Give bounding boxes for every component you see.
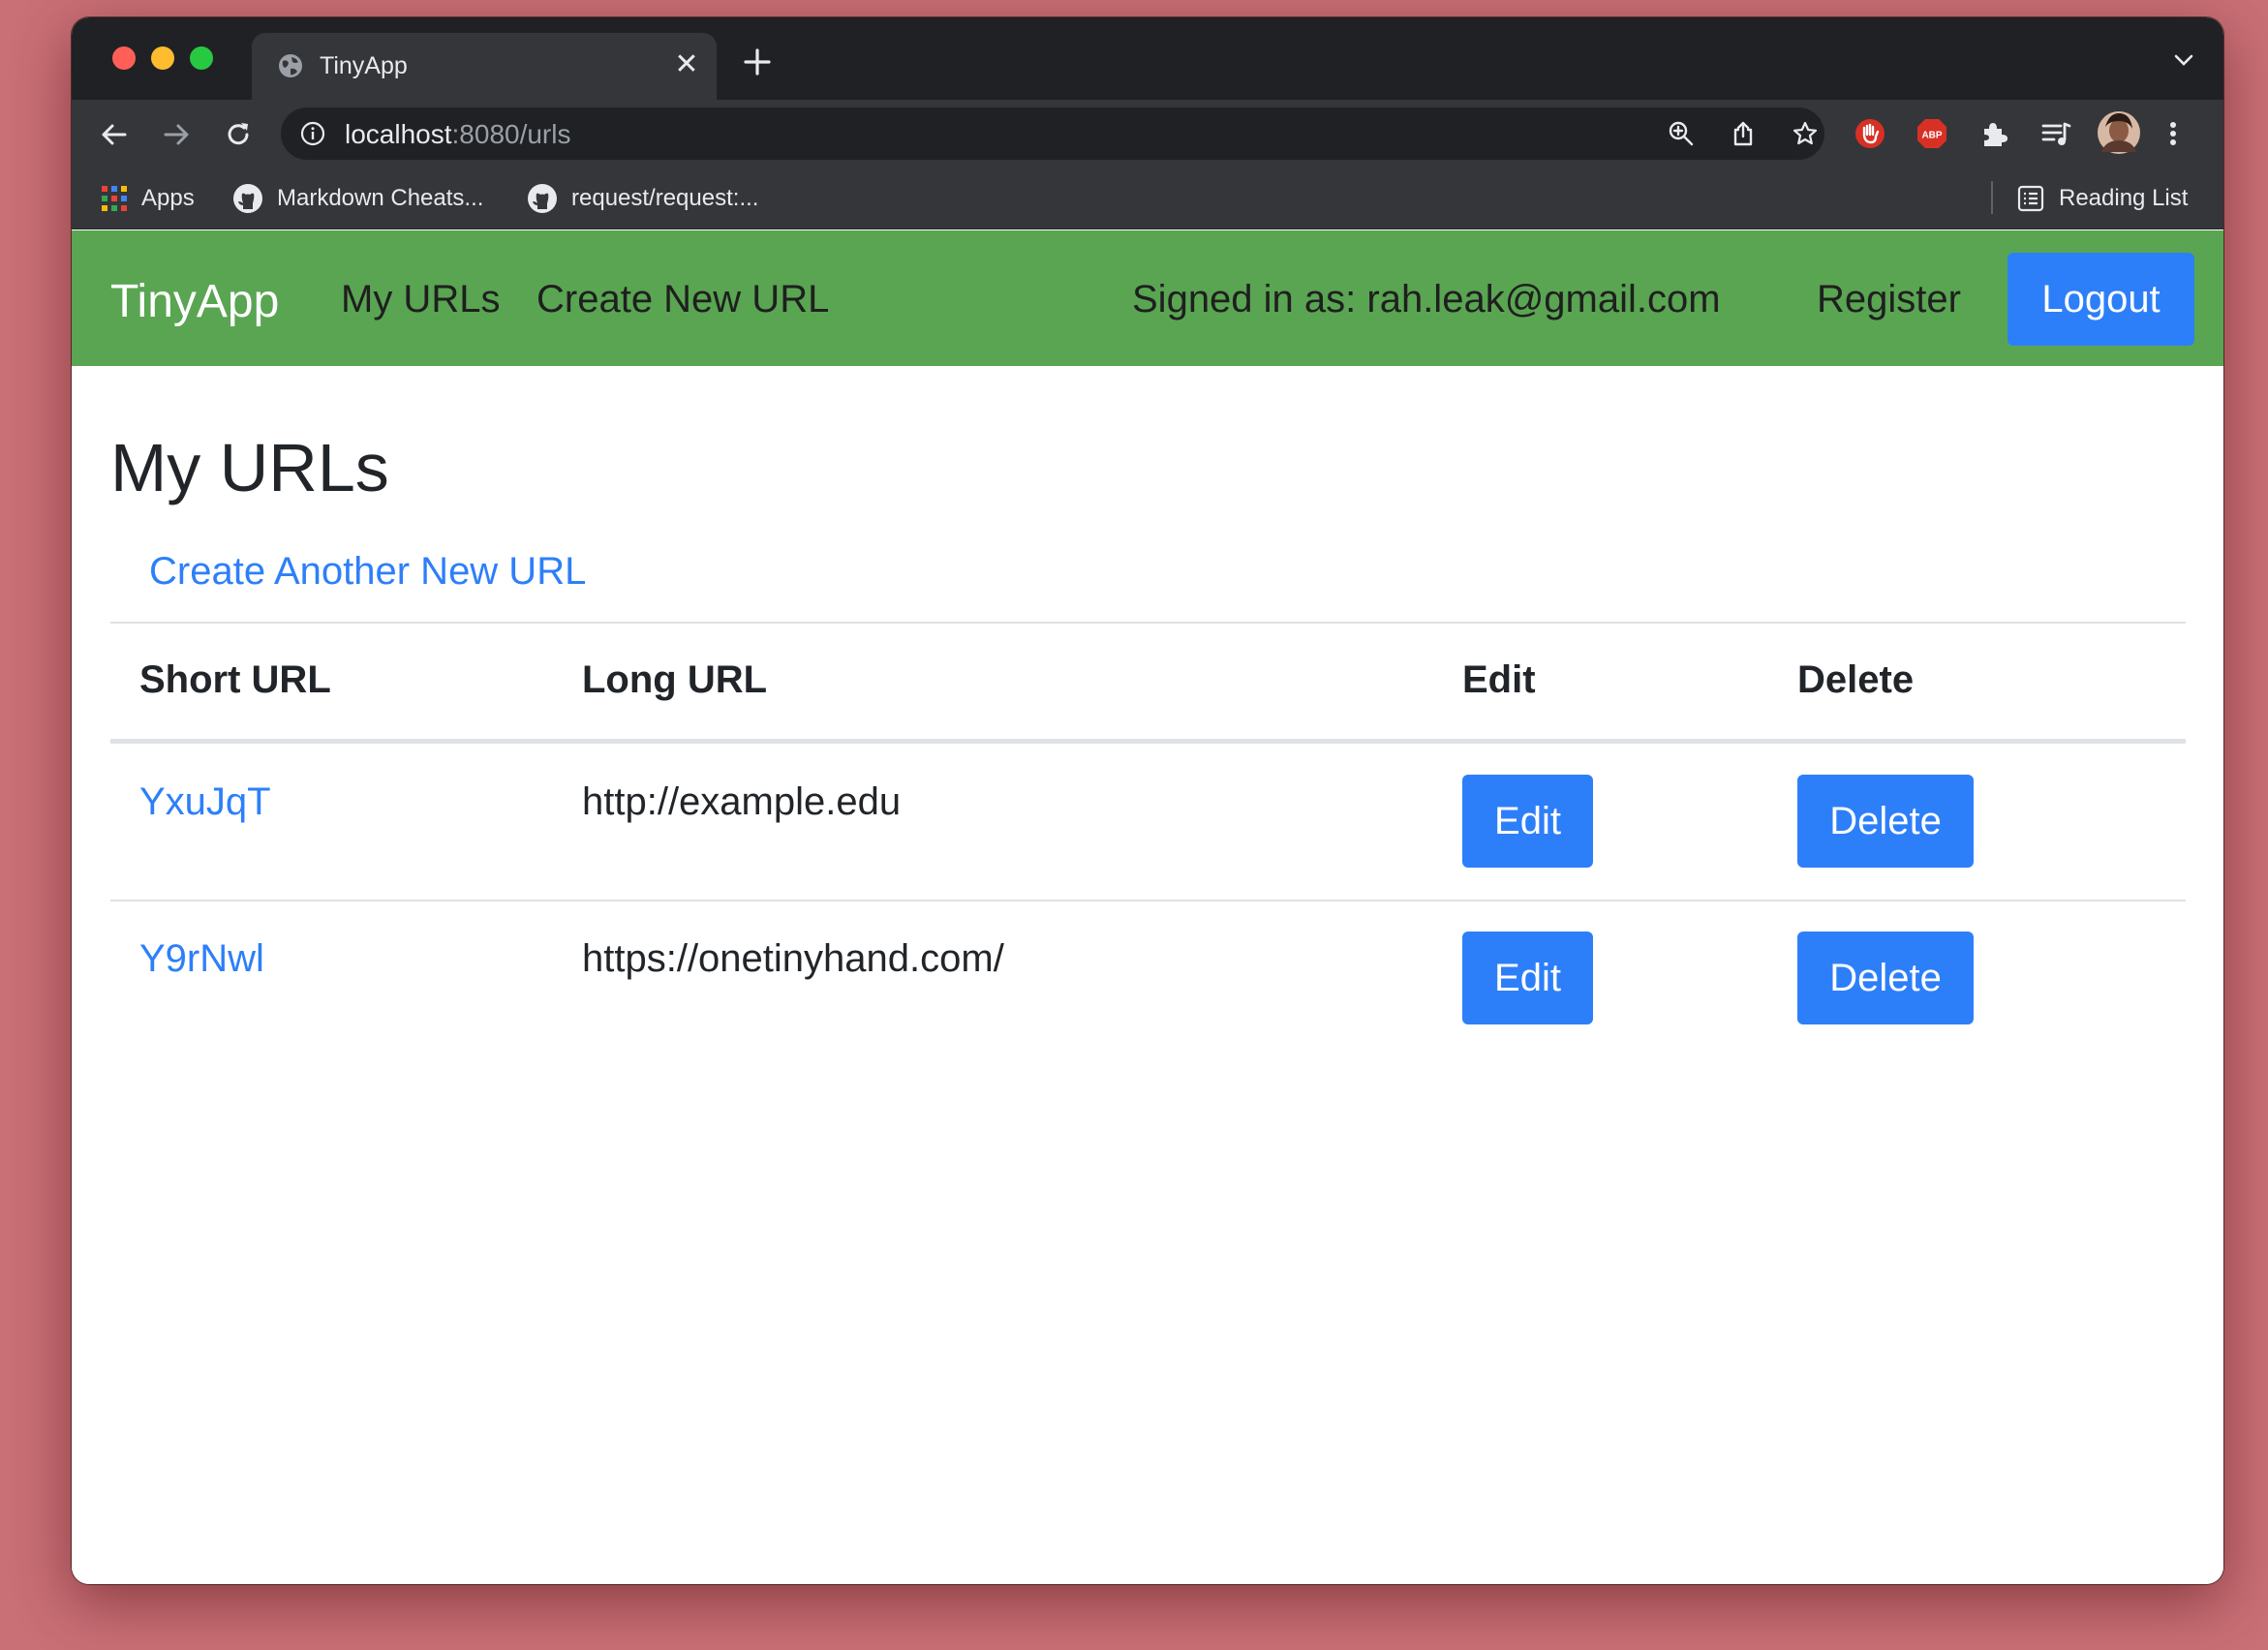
adblock-plus-icon[interactable]: ABP [1916,117,1948,150]
header-long-url: Long URL [582,658,768,701]
logout-button[interactable]: Logout [2007,253,2194,346]
reload-icon[interactable] [223,119,254,150]
header-short-url: Short URL [139,658,331,701]
delete-button[interactable]: Delete [1797,932,1974,1024]
nav-my-urls[interactable]: My URLs [341,278,500,321]
bookmark-apps[interactable]: Apps [101,181,195,216]
chevron-down-icon[interactable] [2173,52,2194,68]
extensions-puzzle-icon[interactable] [1977,117,2010,150]
avatar[interactable] [2096,109,2142,156]
github-icon [528,184,557,213]
url-host: localhost [345,119,452,149]
bookmark-label: request/request:... [571,185,759,211]
minimize-window-button[interactable] [151,46,174,70]
new-tab-icon[interactable] [740,45,775,79]
apps-grid-icon [102,186,127,211]
brand-link[interactable]: TinyApp [110,275,279,328]
app-navbar: TinyApp My URLs Create New URL Signed in… [72,230,2223,366]
table-top-border [110,622,2186,624]
tab-strip: TinyApp ✕ [72,17,2223,100]
svg-text:ABP: ABP [1921,131,1942,141]
nav-create-new-url[interactable]: Create New URL [536,278,829,321]
bookmark-request[interactable]: request/request:... [527,181,758,216]
adblock-hand-icon[interactable] [1854,117,1886,150]
url-path: :8080/urls [451,119,571,149]
media-control-icon[interactable] [2039,117,2072,150]
close-tab-icon[interactable]: ✕ [672,50,701,79]
signed-in-status: Signed in as: rah.leak@gmail.com [1132,278,1721,321]
long-url-text: https://onetinyhand.com/ [582,937,1004,980]
bookmark-label: Apps [141,185,195,211]
bookmark-star-icon[interactable] [1792,120,1819,147]
row-divider [110,900,2186,901]
short-url-link[interactable]: Y9rNwl [139,937,264,981]
share-icon[interactable] [1730,120,1757,147]
page-title: My URLs [110,430,389,505]
long-url-text: http://example.edu [582,780,902,823]
reading-list-button[interactable]: Reading List [2016,181,2188,216]
github-icon [233,184,262,213]
maximize-window-button[interactable] [190,46,213,70]
reading-list-icon [2017,185,2044,212]
bookmark-label: Markdown Cheats... [277,185,484,211]
browser-toolbar: localhost:8080/urls ABP [72,100,2223,168]
browser-window: TinyApp ✕ localhost:8080/urls ABP Apps M… [72,17,2223,1584]
forward-icon[interactable] [161,119,192,150]
bookmark-markdown-cheatsheet[interactable]: Markdown Cheats... [232,181,483,216]
bookmark-divider [1991,181,1993,214]
globe-icon [279,54,302,77]
address-bar[interactable]: localhost:8080/urls [281,107,1824,160]
browser-tab[interactable]: TinyApp ✕ [252,33,717,100]
more-vertical-icon[interactable] [2163,117,2183,150]
table-header-border [110,739,2186,744]
edit-button[interactable]: Edit [1462,775,1593,868]
short-url-link[interactable]: YxuJqT [139,780,271,824]
reading-list-label: Reading List [2059,185,2189,211]
delete-button[interactable]: Delete [1797,775,1974,868]
info-icon[interactable] [300,121,325,146]
close-window-button[interactable] [112,46,136,70]
nav-register[interactable]: Register [1817,278,1961,321]
tab-title: TinyApp [320,52,408,79]
main-content: My URLs Create Another New URL Short URL… [72,366,2223,1584]
create-another-url-link[interactable]: Create Another New URL [149,550,586,594]
url-text[interactable]: localhost:8080/urls [345,119,570,150]
zoom-icon[interactable] [1668,120,1695,147]
edit-button[interactable]: Edit [1462,932,1593,1024]
header-delete: Delete [1797,658,1915,701]
header-edit: Edit [1462,658,1536,701]
bookmarks-bar: Apps Markdown Cheats... request/request:… [72,168,2223,229]
back-icon[interactable] [99,119,130,150]
